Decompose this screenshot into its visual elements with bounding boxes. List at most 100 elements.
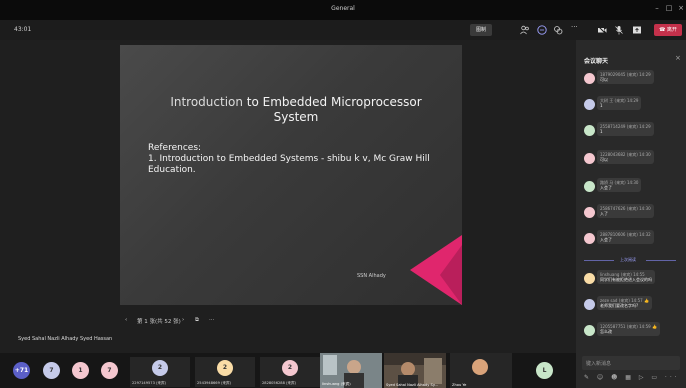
chat-time: 14:30 xyxy=(626,180,639,185)
chat-time: 14:30 xyxy=(639,152,651,157)
chat-bubble: 2586747626 (来宾) 14:30 入了 xyxy=(597,204,654,218)
leave-label: 离开 xyxy=(666,27,677,33)
chat-time: 14:29 xyxy=(639,124,651,129)
chat-message: 2887810606 (来宾) 14:32 入会了 xyxy=(584,230,682,250)
chat-message: zeze sad (来宾) 14:57 👍 老师我们要改名字吗? xyxy=(584,296,682,316)
chat-sender: 大树 王 (来宾) xyxy=(600,98,626,103)
participant-avatar[interactable]: L xyxy=(536,362,553,379)
chat-bubble: 1205587751 (来宾) 14:59 👍 怎么改 xyxy=(597,322,660,336)
teams-window: General – □ × 43:01 图制 ··· ☎ 离开 Introduc… xyxy=(0,0,686,388)
more-actions-icon[interactable]: ··· xyxy=(571,23,581,33)
slide-grid-icon[interactable]: ⧉ xyxy=(195,317,199,324)
close-chat-icon[interactable]: × xyxy=(675,54,681,62)
chat-avatar xyxy=(584,125,595,136)
participant-avatar: 2 xyxy=(152,360,168,376)
chat-bubble: 2887810606 (来宾) 14:32 入会了 xyxy=(597,230,654,244)
chat-text: 可以 xyxy=(600,157,608,162)
chat-avatar xyxy=(584,299,595,310)
chat-text: 可以 xyxy=(600,77,608,82)
compose-toolbar-icons[interactable]: ✎ ☺ ☻ ▦ ▷ ▭ ··· xyxy=(584,374,680,381)
leave-button[interactable]: ☎ 离开 xyxy=(654,24,682,36)
chat-avatar xyxy=(584,153,595,164)
chat-bubble: 1879029045 (来宾) 14:29 可以 xyxy=(597,70,654,84)
chat-text: 入会了 xyxy=(600,237,612,242)
chat-time: 14:29 xyxy=(639,72,651,77)
chat-compose-input[interactable]: 键入新消息 xyxy=(582,356,680,370)
participant-tile[interactable]: 2 2828056288 (来宾) xyxy=(260,357,320,387)
presentation-slide: Introduction to Embedded Microprocessor … xyxy=(120,45,462,305)
participant-avatar[interactable]: 7 xyxy=(101,362,118,379)
chat-text: 怎么改 xyxy=(600,329,612,334)
participant-tile[interactable]: 2 2297149573 (来宾) xyxy=(130,357,190,387)
chat-text: 入了 xyxy=(600,211,608,216)
chat-avatar xyxy=(584,73,595,84)
close-window-icon[interactable]: × xyxy=(676,4,686,12)
participant-label: linshuang (来宾) xyxy=(322,382,351,386)
maximize-icon[interactable]: □ xyxy=(664,4,674,12)
chat-time: 14:29 xyxy=(626,98,639,103)
participant-avatar[interactable]: 1 xyxy=(72,362,89,379)
participant-avatar xyxy=(472,359,488,375)
participant-label: Syed Sahal Nazli Alhady Sy... xyxy=(386,383,438,387)
window-title: General xyxy=(331,5,355,12)
participant-video-tile[interactable]: linshuang (来宾) xyxy=(320,353,382,388)
chat-time: 14:32 xyxy=(639,232,651,237)
participant-tile[interactable]: 2 2543948669 (来宾) xyxy=(195,357,255,387)
references-heading: References: xyxy=(148,143,202,153)
like-reaction-icon[interactable]: 👍 xyxy=(652,324,657,329)
slide-title: Introduction to Embedded Microprocessor … xyxy=(150,95,442,125)
next-slide-button[interactable]: › xyxy=(182,317,184,323)
chat-message: 路娇 马 (来宾) 14:30 入会了 xyxy=(584,178,682,198)
participant-label: 2828056288 (来宾) xyxy=(262,381,296,385)
microphone-off-icon[interactable] xyxy=(614,25,624,35)
chat-avatar xyxy=(584,181,595,192)
chat-avatar xyxy=(584,325,595,336)
minimize-icon[interactable]: – xyxy=(652,4,662,12)
chat-icon[interactable] xyxy=(537,25,547,35)
chat-bubble: 大树 王 (来宾) 14:29 1 xyxy=(597,96,642,110)
participant-label: 2543948669 (来宾) xyxy=(197,381,231,385)
chat-text: 入会了 xyxy=(600,185,612,190)
slide-references: References: 1. Introduction to Embedded … xyxy=(148,143,453,176)
reference-line-2: Education. xyxy=(148,165,196,175)
participants-icon[interactable] xyxy=(520,25,530,35)
chat-message: linshuang (来宾) 14:55 同学们有被拒绝进入会议的吗 xyxy=(584,270,682,290)
participant-video-tile[interactable]: Zhou Ye xyxy=(450,353,512,388)
chat-message: 1879029045 (来宾) 14:29 可以 xyxy=(584,70,682,90)
overflow-participants-button[interactable]: +71 xyxy=(13,362,30,379)
meeting-chat-panel: 会议聊天 × 1879029045 (来宾) 14:29 可以 大树 王 (来宾)… xyxy=(576,40,686,388)
chat-sender: 2558714249 (来宾) xyxy=(600,124,638,129)
slide-navigation: ‹ 第 1 张(共 52 张) › ⧉ ··· xyxy=(120,314,462,328)
chat-text: 1 xyxy=(600,129,603,134)
chat-avatar xyxy=(584,233,595,244)
participant-video-tile[interactable]: Syed Sahal Nazli Alhady Sy... xyxy=(384,353,446,388)
chat-message: 1228043682 (来宾) 14:30 可以 xyxy=(584,150,682,170)
previous-slide-button[interactable]: ‹ xyxy=(125,317,127,323)
chat-bubble: linshuang (来宾) 14:55 同学们有被拒绝进入会议的吗 xyxy=(597,270,655,284)
like-reaction-icon[interactable]: 👍 xyxy=(644,298,649,303)
camera-off-icon[interactable] xyxy=(597,25,607,35)
chat-text: 同学们有被拒绝进入会议的吗 xyxy=(600,277,652,282)
chat-text: 老师我们要改名字吗? xyxy=(600,303,639,308)
participant-avatar: 2 xyxy=(217,360,233,376)
chat-bubble: 路娇 马 (来宾) 14:30 入会了 xyxy=(597,178,642,192)
presenter-name: Syed Sahal Nazli Alhady Syed Hassan xyxy=(18,336,113,342)
last-read-label: 上次阅读 xyxy=(620,257,636,262)
slide-title-line1-rest: to Embedded Microprocessor xyxy=(242,95,422,109)
slide-more-button[interactable]: ··· xyxy=(209,317,214,323)
share-screen-icon[interactable] xyxy=(632,25,642,35)
meeting-timer: 43:01 xyxy=(14,26,32,33)
chat-bubble: zeze sad (来宾) 14:57 👍 老师我们要改名字吗? xyxy=(597,296,652,310)
record-button[interactable]: 图制 xyxy=(470,24,492,36)
chat-avatar xyxy=(584,207,595,218)
participant-avatar[interactable]: 7 xyxy=(43,362,60,379)
chat-message: 大树 王 (来宾) 14:29 1 xyxy=(584,96,682,116)
reactions-icon[interactable] xyxy=(553,25,563,35)
divider-line xyxy=(584,260,614,261)
chat-bubble: 1228043682 (来宾) 14:30 可以 xyxy=(597,150,654,164)
slide-decoration-triangle-dark xyxy=(440,245,462,305)
chat-title: 会议聊天 xyxy=(584,58,609,65)
chat-avatar xyxy=(584,99,595,110)
meeting-toolbar: 43:01 图制 ··· ☎ 离开 xyxy=(0,20,686,40)
chat-avatar xyxy=(584,273,595,284)
